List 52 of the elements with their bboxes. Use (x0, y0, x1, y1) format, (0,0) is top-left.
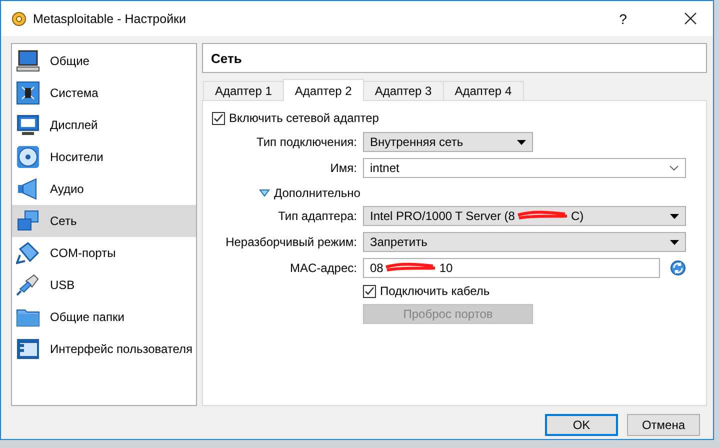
help-button[interactable]: ? (603, 4, 643, 34)
checkbox[interactable] (363, 284, 376, 298)
input-field[interactable]: 08 10 (363, 258, 660, 278)
window-icon (16, 337, 40, 361)
chevron-icon (669, 165, 679, 171)
checkbox[interactable] (212, 112, 225, 124)
caret-icon (670, 240, 679, 244)
triangle-icon (259, 189, 270, 197)
close-icon (684, 12, 696, 25)
window-title: Metasploitable - Настройки (33, 12, 188, 26)
sidebar-item[interactable]: Система (12, 77, 196, 109)
sidebar-item[interactable]: Сеть (12, 205, 196, 237)
dialog-button[interactable]: Отмена (627, 414, 700, 436)
network-icon (16, 209, 40, 233)
field-label: MAC-адрес: (288, 261, 357, 275)
tab[interactable]: Адаптер 3 (362, 81, 444, 100)
sidebar-item[interactable]: Носители (12, 141, 196, 173)
dropdown[interactable]: Запретить (363, 232, 686, 252)
refresh-icon[interactable] (670, 260, 686, 276)
chip-icon (16, 81, 40, 105)
disc-icon (16, 145, 40, 169)
tab[interactable]: Адаптер 4 (442, 81, 524, 100)
sidebar-item[interactable]: Аудио (12, 173, 196, 205)
monitor-icon (16, 113, 40, 137)
checkmark-icon (364, 286, 375, 296)
field-label: Тип подключения: (256, 135, 357, 149)
dropdown[interactable]: Intel PRO/1000 T Server (8 C) (363, 206, 686, 226)
gear-icon (11, 10, 27, 26)
expander-toggle[interactable]: Дополнительно (259, 186, 706, 200)
sidebar-item[interactable]: Интерфейс пользователя (12, 333, 196, 365)
checkmark-icon (213, 113, 224, 123)
caret-icon (670, 214, 679, 218)
serial-connector-icon (16, 241, 40, 265)
caret-icon (517, 140, 526, 144)
dropdown[interactable]: Внутренняя сеть (363, 132, 533, 152)
laptop-icon (16, 49, 40, 73)
tab[interactable]: Адаптер 1 (203, 81, 284, 100)
dialog-button[interactable]: OK (545, 414, 618, 436)
sidebar-item[interactable]: USB (12, 269, 196, 301)
sidebar-item[interactable]: COM-порты (12, 237, 196, 269)
sidebar-item[interactable]: Общие папки (12, 301, 196, 333)
combo-box[interactable]: intnet (363, 158, 686, 178)
field-label: Неразборчивый режим: (224, 235, 357, 249)
checkbox-label: Включить сетевой адаптер (229, 111, 379, 125)
sidebar-item[interactable]: Общие (12, 45, 196, 77)
field-label: Тип адаптера: (277, 209, 357, 223)
tab[interactable]: Адаптер 2 (282, 79, 364, 101)
section-header: Сеть (202, 43, 707, 73)
field-label: Имя: (329, 161, 357, 175)
checkbox-label: Подключить кабель (380, 284, 490, 298)
usb-plug-icon (16, 273, 40, 297)
sidebar-item[interactable]: Дисплей (12, 109, 196, 141)
